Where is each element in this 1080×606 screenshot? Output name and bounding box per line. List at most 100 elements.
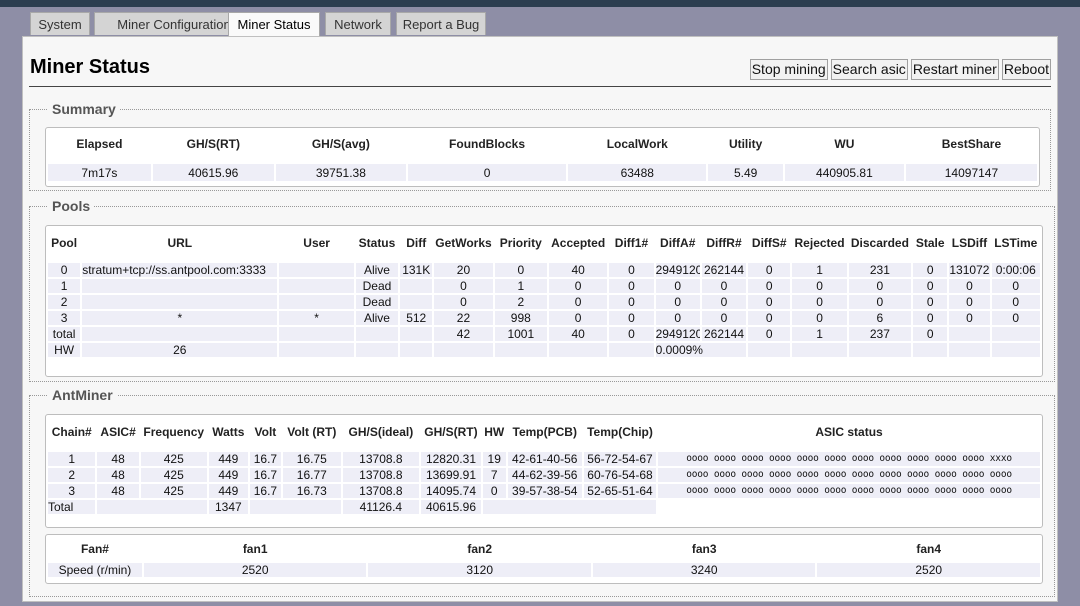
fan-row-label: Speed (r/min)	[48, 563, 142, 577]
tab-report-a-bug[interactable]: Report a Bug	[396, 12, 486, 35]
pool-row: 2 Dead 0 2 0 0 0 0 0 0 0 0 0 0	[48, 295, 1040, 309]
pool-row: total 42 1001 40 0 2949120 262144 0 1 237 0	[48, 327, 1040, 341]
pool-cell: 0	[792, 295, 847, 309]
chain-cell: 16.77	[282, 468, 341, 482]
pool-cell: Dead	[355, 295, 399, 309]
pool-cell: 0	[913, 279, 948, 293]
pool-cell: 0	[991, 279, 1040, 293]
summary-table-box: Elapsed GH/S(RT) GH/S(avg) FoundBlocks L…	[45, 127, 1040, 187]
pool-cell	[82, 295, 278, 309]
reboot-button[interactable]: Reboot	[1001, 59, 1051, 80]
pools-col-header: Discarded	[850, 236, 909, 250]
col-ghs-rt: GH/S(RT)	[186, 137, 240, 151]
title-divider	[29, 86, 1051, 87]
tab-system[interactable]: System	[30, 12, 90, 35]
fan-col-header: fan1	[242, 542, 268, 556]
pool-cell: *	[279, 311, 354, 325]
pool-cell	[82, 279, 278, 293]
pool-cell-empty	[355, 343, 399, 357]
pool-cell: 40	[548, 327, 608, 341]
pool-cell-empty	[748, 343, 791, 357]
pool-cell: 0	[913, 263, 948, 277]
pool-cell: 0	[949, 295, 990, 309]
pool-cell: 0	[701, 295, 747, 309]
pool-cell: 0	[748, 311, 791, 325]
chain-cell: 16.7	[249, 468, 281, 482]
chain-cell: 16.7	[249, 452, 281, 466]
pools-col-header: GetWorks	[435, 236, 492, 250]
chain-cell: 13708.8	[342, 484, 420, 498]
pool-cell	[279, 295, 354, 309]
chain-cell: 13708.8	[342, 452, 420, 466]
pools-col-header: Diff	[406, 236, 427, 250]
pool-cell	[279, 279, 354, 293]
pools-col-header: Stale	[915, 236, 945, 250]
pool-cell	[400, 279, 433, 293]
pool-cell: 1	[792, 327, 847, 341]
chain-col-header: Volt (RT)	[287, 425, 337, 439]
summary-legend: Summary	[48, 101, 120, 117]
pools-legend: Pools	[48, 198, 95, 214]
chain-cell: 13708.8	[342, 468, 420, 482]
chain-col-header: Temp(PCB)	[512, 425, 577, 439]
search-asic-button[interactable]: Search asic	[830, 59, 908, 80]
wu-value: 440905.81	[784, 164, 904, 181]
col-elapsed: Elapsed	[76, 137, 123, 151]
pool-cell: 512	[400, 311, 433, 325]
stop-mining-button[interactable]: Stop mining	[749, 59, 828, 80]
total-label: Total	[48, 500, 96, 514]
restart-miner-button[interactable]: Restart miner	[910, 59, 999, 80]
pool-cell: 0	[609, 263, 654, 277]
asic-status: oooo oooo oooo oooo oooo oooo oooo oooo …	[658, 484, 1040, 498]
pool-cell: 0	[48, 263, 81, 277]
pool-cell: 6	[848, 311, 912, 325]
chain-cell-empty	[97, 500, 207, 514]
pools-table-box: Pool URL User Status Diff GetWorks Priority Acc…	[45, 225, 1043, 377]
ghs-avg-value: 39751.38	[275, 164, 406, 181]
total-watts: 1347	[208, 500, 248, 514]
chain-cell: 16.7	[249, 484, 281, 498]
pool-cell: 0	[609, 295, 654, 309]
pool-cell: 0	[655, 295, 700, 309]
tab-miner-status[interactable]: Miner Status	[228, 12, 320, 37]
chain-cell: 425	[140, 468, 207, 482]
pool-cell: 0:00:06	[991, 263, 1040, 277]
fan-speed: 3240	[592, 563, 816, 577]
pool-cell: 262144	[701, 263, 747, 277]
pool-cell	[991, 327, 1040, 341]
pool-cell: Dead	[355, 279, 399, 293]
pool-cell-empty	[400, 343, 433, 357]
chain-total-row: Total 1347 41126.4 40615.96	[48, 500, 1040, 514]
chain-cell: 425	[140, 484, 207, 498]
chain-col-header: HW	[484, 425, 505, 439]
pool-cell: 1	[792, 263, 847, 277]
pool-cell: 0	[949, 279, 990, 293]
col-foundblocks: FoundBlocks	[449, 137, 526, 151]
pools-col-header: LSTime	[994, 236, 1038, 250]
pool-cell	[400, 295, 433, 309]
pool-cell: 40	[548, 263, 608, 277]
pool-cell: 1	[48, 279, 81, 293]
chain-cell: 14095.74	[421, 484, 481, 498]
pool-cell	[400, 327, 433, 341]
tab-network[interactable]: Network	[325, 12, 391, 35]
pool-cell	[355, 327, 399, 341]
summary-section: Summary Elapsed GH/S(RT) GH/S(avg) Found…	[29, 101, 1051, 191]
fan-col-header: fan4	[916, 542, 942, 556]
asic-status: oooo oooo oooo oooo oooo oooo oooo oooo …	[658, 468, 1040, 482]
pools-col-header: Status	[358, 236, 396, 250]
pool-cell: 0	[748, 279, 791, 293]
action-buttons: Stop mining Search asic Restart miner Reboo…	[747, 59, 1051, 80]
chain-cell: 60-76-54-68	[583, 468, 657, 482]
pool-cell: 0	[913, 327, 948, 341]
pool-cell: 0	[548, 295, 608, 309]
pool-cell-empty	[848, 343, 912, 357]
chain-cell: 1	[48, 452, 96, 466]
content-panel: Miner Status Stop mining Search asic Resta…	[22, 36, 1058, 602]
chain-col-header: Frequency	[143, 425, 205, 439]
pool-cell	[82, 327, 278, 341]
pool-cell: 237	[848, 327, 912, 341]
pool-cell: 131K	[400, 263, 433, 277]
hw-value: 26	[82, 343, 278, 357]
pool-cell: 0	[609, 327, 654, 341]
